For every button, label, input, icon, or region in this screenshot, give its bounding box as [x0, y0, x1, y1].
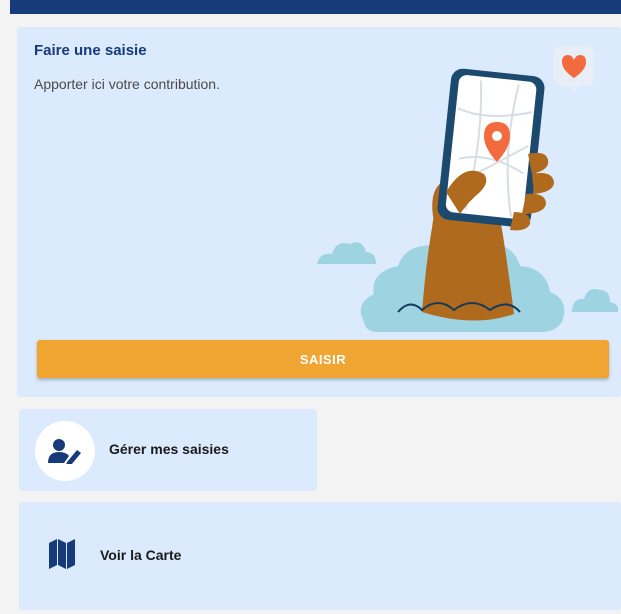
phone-map-pin-hand-icon — [317, 46, 618, 332]
user-edit-icon — [48, 439, 81, 464]
map-icon — [49, 539, 75, 569]
gerer-saisies-card[interactable]: Gérer mes saisies — [19, 409, 317, 491]
cloud-small-right — [572, 289, 618, 312]
voir-carte-label: Voir la Carte — [100, 547, 182, 563]
cloud-small-left — [317, 242, 376, 264]
top-app-bar — [10, 0, 621, 14]
card-title: Faire une saisie — [34, 42, 147, 59]
avatar — [35, 421, 95, 481]
saisir-button[interactable]: SAISIR — [37, 340, 609, 378]
voir-carte-card[interactable]: Voir la Carte — [19, 502, 621, 610]
faire-saisie-card: Faire une saisie Apporter ici votre cont… — [17, 27, 621, 397]
gerer-saisies-label: Gérer mes saisies — [109, 441, 229, 457]
card-subtitle: Apporter ici votre contribution. — [34, 76, 220, 92]
